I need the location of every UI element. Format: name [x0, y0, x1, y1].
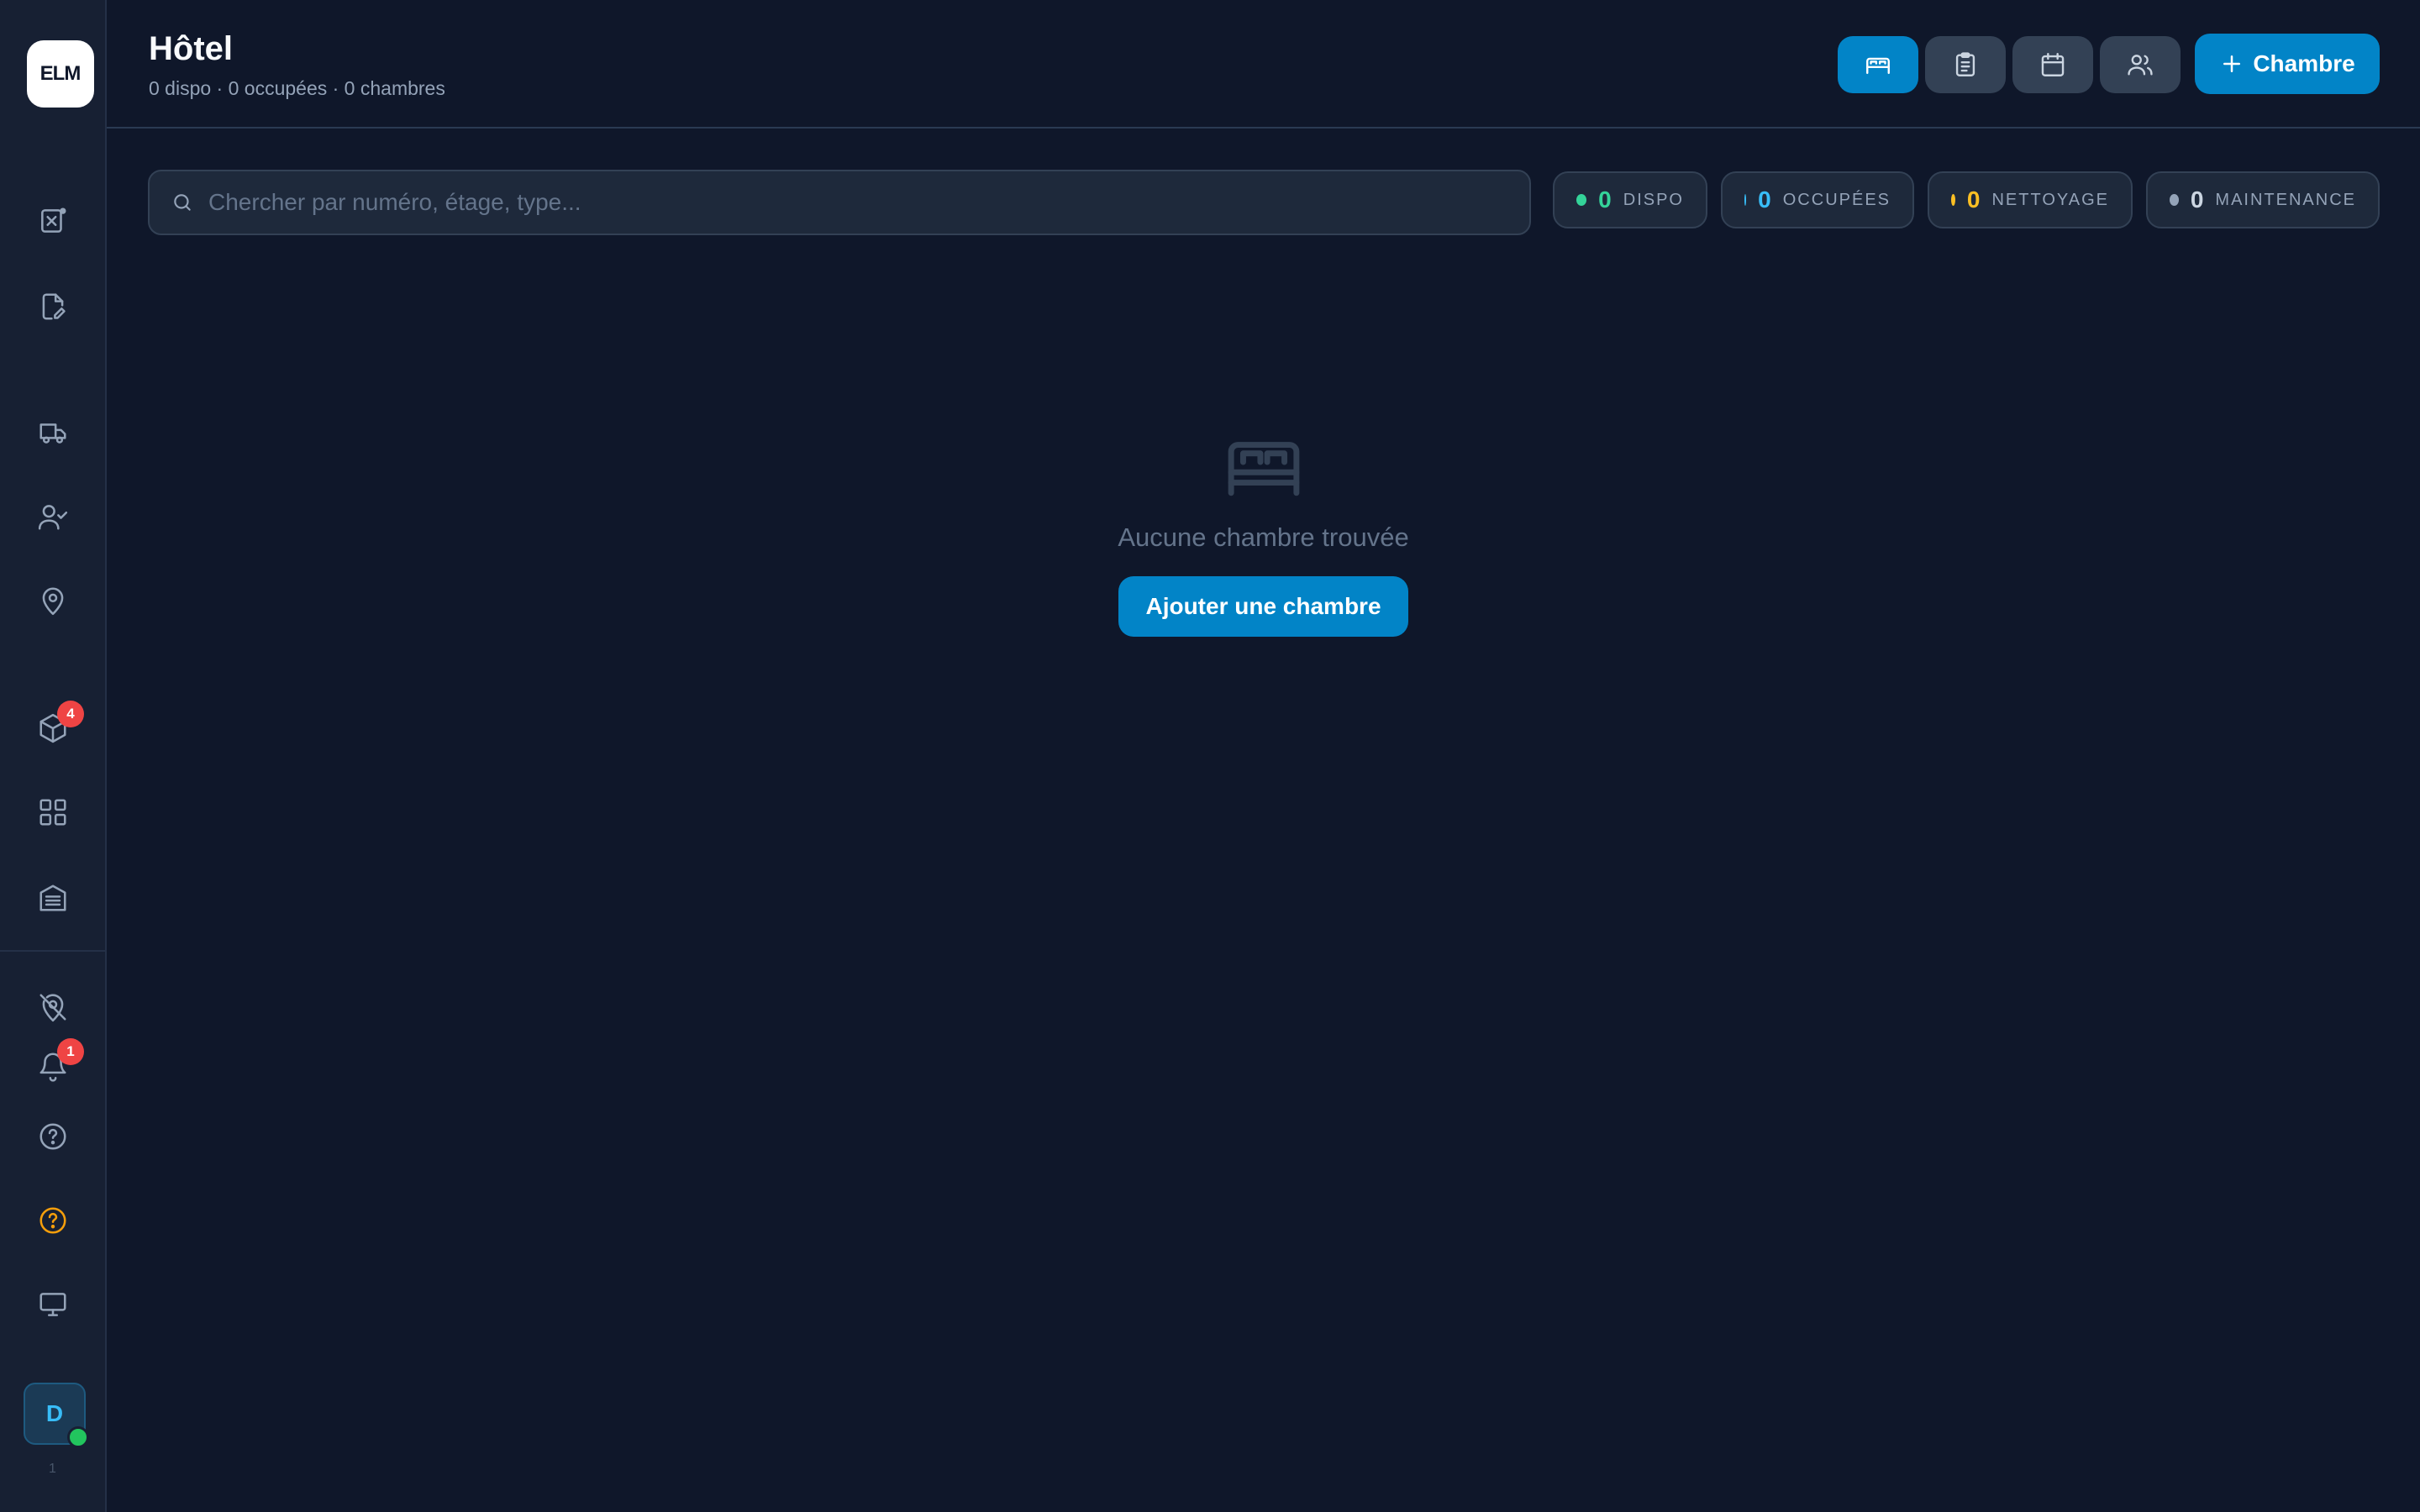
search-bar — [148, 170, 1531, 235]
occupied-count: 0 — [1758, 186, 1771, 213]
page-title: Hôtel — [149, 30, 233, 67]
sidebar-item-location-off[interactable] — [32, 986, 74, 1028]
filter-maintenance[interactable]: 0 MAINTENANCE — [2146, 171, 2380, 228]
help-highlight-icon — [39, 1207, 66, 1234]
sidebar-item-apps[interactable] — [32, 791, 74, 833]
building-icon — [39, 885, 66, 911]
sidebar: ELM 4 1 D 1 — [0, 0, 107, 1512]
plus-icon — [2223, 55, 2241, 72]
cleaning-label: NETTOYAGE — [1991, 190, 2109, 209]
app-version: 1 — [49, 1462, 56, 1476]
monitor-icon — [39, 1293, 66, 1316]
grid-icon — [39, 799, 66, 826]
occupied-label: OCCUPÉES — [1782, 190, 1891, 209]
sidebar-item-support[interactable] — [32, 1200, 74, 1242]
available-label: DISPO — [1623, 190, 1684, 209]
map-pin-icon — [42, 587, 64, 616]
sidebar-item-documents[interactable] — [32, 286, 74, 328]
users-icon — [2128, 55, 2153, 76]
view-rooms-button[interactable] — [1838, 36, 1918, 93]
search-icon — [174, 194, 191, 211]
location-off-icon — [39, 994, 66, 1022]
sidebar-item-locations[interactable] — [32, 580, 74, 622]
search-input[interactable] — [193, 171, 1529, 234]
notifications-badge: 1 — [57, 1038, 84, 1065]
bed-icon — [1866, 57, 1890, 75]
calendar-icon — [2041, 53, 2065, 76]
app-root: ELM 4 1 D 1 Hôtel 0 dispo · 0 occupées ·… — [0, 0, 2420, 1512]
online-status-indicator — [67, 1426, 89, 1448]
cleaning-count: 0 — [1966, 186, 1981, 213]
filter-available[interactable]: 0 DISPO — [1553, 171, 1707, 228]
packages-badge: 4 — [57, 701, 84, 727]
page-subtitle: 0 dispo · 0 occupées · 0 chambres — [149, 77, 445, 99]
sidebar-divider — [0, 950, 105, 952]
maintenance-label: MAINTENANCE — [2215, 190, 2356, 209]
sidebar-item-help[interactable] — [32, 1116, 74, 1158]
add-first-room-button[interactable]: Ajouter une chambre — [1118, 576, 1408, 637]
view-calendar-button[interactable] — [2012, 36, 2093, 93]
add-room-button-label: Chambre — [2253, 50, 2355, 76]
empty-state-message: Aucune chambre trouvée — [1118, 522, 1409, 552]
document-edit-icon — [42, 293, 66, 320]
filter-cleaning[interactable]: 0 NETTOYAGE — [1928, 171, 2133, 228]
sidebar-item-display[interactable] — [32, 1284, 74, 1326]
cleaning-status-dot — [1951, 194, 1955, 206]
help-icon — [39, 1123, 66, 1150]
sidebar-item-fleet[interactable] — [32, 412, 74, 454]
sidebar-item-notifications[interactable]: 1 — [32, 1038, 84, 1087]
sidebar-item-staff[interactable] — [32, 496, 74, 538]
view-tasks-button[interactable] — [1925, 36, 2006, 93]
logo-text: ELM — [39, 62, 82, 85]
add-room-button[interactable]: Chambre — [2195, 34, 2380, 94]
sidebar-item-packages[interactable]: 4 — [32, 701, 84, 749]
empty-state: Aucune chambre trouvée Ajouter une chamb… — [107, 424, 2420, 637]
view-guests-button[interactable] — [2100, 36, 2181, 93]
occupied-status-dot — [1744, 194, 1747, 206]
available-count: 0 — [1598, 186, 1612, 213]
user-avatar[interactable]: D — [24, 1383, 89, 1448]
sidebar-item-dispatch[interactable] — [32, 200, 74, 242]
dispatch-icon — [41, 207, 66, 233]
app-logo[interactable]: ELM — [27, 40, 94, 108]
empty-bed-icon — [1222, 424, 1306, 504]
avatar-initial: D — [45, 1400, 64, 1426]
truck-icon — [39, 423, 66, 444]
available-status-dot — [1576, 194, 1587, 206]
maintenance-count: 0 — [2190, 186, 2204, 213]
maintenance-status-dot — [2170, 194, 2179, 206]
filter-occupied[interactable]: 0 OCCUPÉES — [1721, 171, 1914, 228]
sidebar-item-buildings[interactable] — [32, 877, 74, 919]
clipboard-icon — [1955, 52, 1975, 76]
user-check-icon — [38, 505, 68, 530]
